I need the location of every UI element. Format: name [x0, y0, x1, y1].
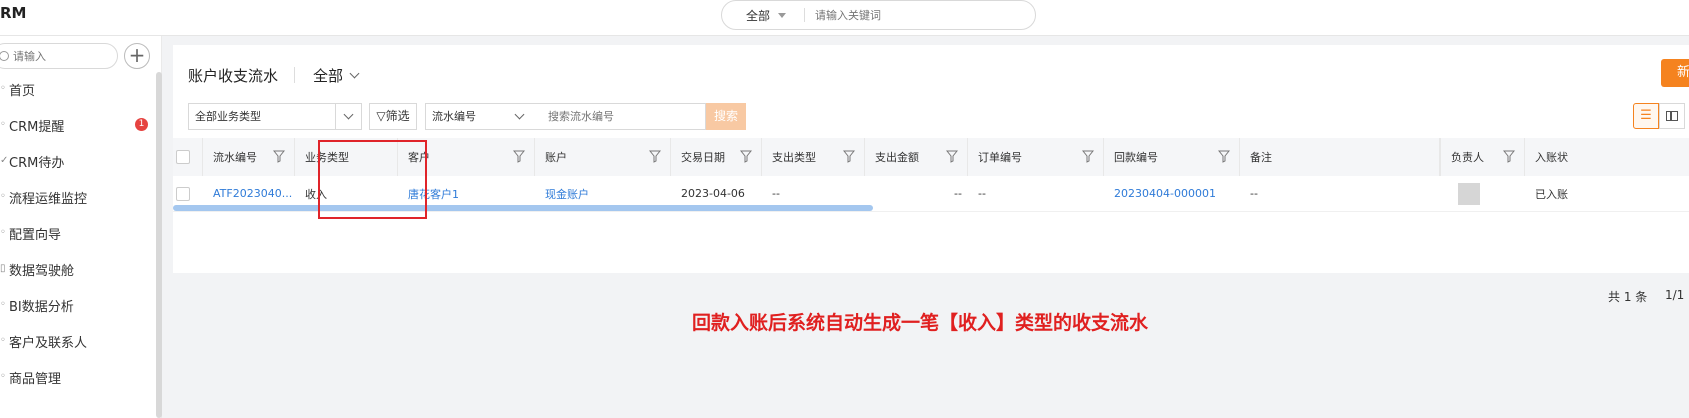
sidebar-item-bi-analysis[interactable]: ◦ BI数据分析 [0, 287, 160, 323]
business-type-select[interactable]: 全部业务类型 [188, 103, 336, 130]
sidebar-item-crm-todo[interactable]: ✓ CRM待办 [0, 143, 160, 179]
column-header-label: 回款编号 [1114, 151, 1158, 164]
guide-icon: ◦ [0, 227, 6, 238]
chevron-down-icon [349, 68, 360, 79]
sidebar-item-process-monitor[interactable]: ◦ 流程运维监控 [0, 179, 160, 215]
notification-badge: 1 [135, 118, 148, 131]
global-search[interactable]: 全部 [721, 0, 1036, 30]
select-all-checkbox[interactable] [176, 150, 190, 164]
pager-pages[interactable]: 1/1 [1665, 288, 1684, 302]
view-scope-label: 全部 [313, 67, 344, 85]
filter-icon[interactable] [1082, 150, 1094, 163]
chevron-down-icon [343, 109, 354, 120]
cell-remark: -- [1250, 187, 1258, 200]
dashboard-icon: ▯ [0, 263, 6, 274]
filter-button[interactable]: ▽筛选 [369, 103, 417, 130]
keyword-input[interactable] [536, 103, 706, 130]
column-header-label: 备注 [1250, 151, 1272, 164]
sidebar-search-input[interactable] [13, 49, 93, 63]
process-icon: ◦ [0, 191, 6, 202]
search-icon [0, 51, 9, 61]
column-header-label: 入账状 [1535, 151, 1568, 164]
sidebar-search[interactable] [0, 43, 118, 69]
filter-icon: ▽ [376, 109, 386, 123]
search-field-label: 流水编号 [432, 110, 476, 123]
business-type-toggle[interactable] [335, 103, 362, 130]
filter-icon[interactable] [273, 150, 285, 163]
filter-icon[interactable] [740, 150, 752, 163]
search-button[interactable]: 搜索 [706, 103, 746, 130]
add-icon[interactable]: + [124, 43, 150, 69]
column-header-label: 负责人 [1451, 151, 1484, 164]
column-header-label: 支出类型 [772, 151, 816, 164]
app-brand: RM [0, 4, 27, 22]
search-field-select[interactable]: 流水编号 [425, 103, 537, 130]
list-view-icon[interactable]: ☰ [1633, 103, 1659, 129]
bell-icon: ◦ [0, 119, 6, 130]
row-checkbox[interactable] [176, 186, 190, 201]
sidebar-scrollbar[interactable] [156, 72, 162, 418]
filter-icon[interactable] [1503, 150, 1515, 163]
view-scope-dropdown[interactable]: 全部 [313, 65, 360, 86]
column-header-label: 支出金额 [875, 151, 919, 164]
sidebar-item-label: 首页 [9, 83, 36, 99]
caret-down-icon [778, 12, 787, 18]
sidebar-item-products[interactable]: ◦ 商品管理 [0, 359, 160, 395]
highlight-box [318, 140, 427, 219]
top-bar: RM 全部 [0, 0, 1689, 36]
sidebar-item-label: CRM待办 [9, 155, 65, 171]
filter-icon[interactable] [513, 150, 525, 163]
sidebar-item-label: 客户及联系人 [9, 335, 88, 351]
pager-total: 共 1 条 [1608, 290, 1648, 304]
page-title: 账户收支流水 [188, 67, 279, 85]
cell-expense-amount: -- [954, 187, 962, 200]
sidebar-item-crm-reminder[interactable]: ◦ CRM提醒 1 [0, 107, 160, 143]
horizontal-scrollbar[interactable] [173, 205, 873, 211]
cell-owner [1440, 176, 1525, 211]
sidebar-item-label: 商品管理 [9, 371, 62, 387]
check-icon: ✓ [0, 155, 8, 166]
chart-icon: ◦ [0, 299, 6, 310]
cell-order-no: -- [978, 187, 986, 200]
column-header-status[interactable]: 入账状 [1525, 138, 1689, 176]
cell-payment-no[interactable]: 20230404-000001 [1104, 176, 1240, 211]
contacts-icon: ◦ [0, 335, 6, 346]
divider [294, 67, 295, 83]
sidebar-item-label: 流程运维监控 [9, 191, 88, 207]
select-all-cell [173, 138, 203, 176]
column-header-remark[interactable]: 备注 [1240, 138, 1440, 176]
column-header-label: 订单编号 [978, 151, 1022, 164]
sidebar-item-label: BI数据分析 [9, 299, 74, 315]
global-search-scope[interactable]: 全部 [746, 7, 787, 24]
sidebar-item-label: 配置向导 [9, 227, 62, 243]
home-icon: ◦ [0, 83, 6, 94]
global-search-input[interactable] [815, 8, 996, 22]
split-view-icon[interactable] [1659, 103, 1685, 129]
filter-icon[interactable] [1218, 150, 1230, 163]
chevron-down-icon [514, 109, 525, 120]
sidebar: + ◦ 首页 ◦ CRM提醒 1 ✓ CRM待办 ◦ 流程运维监控 ◦ 配置向导… [0, 36, 162, 418]
cell-status: 已入账 [1535, 187, 1568, 201]
sidebar-item-home[interactable]: ◦ 首页 [0, 71, 160, 107]
avatar [1458, 182, 1480, 205]
filter-icon[interactable] [843, 150, 855, 163]
filter-icon[interactable] [649, 150, 661, 163]
filter-button-label: 筛选 [385, 109, 410, 123]
sidebar-item-data-cockpit[interactable]: ▯ 数据驾驶舱 [0, 251, 160, 287]
column-header-label: 账户 [545, 151, 567, 164]
sidebar-item-label: CRM提醒 [9, 119, 65, 135]
sidebar-item-customers[interactable]: ◦ 客户及联系人 [0, 323, 160, 359]
annotation-text: 回款入账后系统自动生成一笔【收入】类型的收支流水 [692, 312, 1149, 334]
sidebar-item-label: 数据驾驶舱 [9, 263, 75, 279]
product-icon: ◦ [0, 371, 6, 382]
divider [804, 8, 806, 22]
column-header-label: 流水编号 [213, 151, 257, 164]
sidebar-item-config-guide[interactable]: ◦ 配置向导 [0, 215, 160, 251]
filter-icon[interactable] [946, 150, 958, 163]
column-header-label: 交易日期 [681, 151, 725, 164]
global-search-scope-label: 全部 [746, 8, 771, 23]
new-button[interactable]: 新 [1661, 59, 1689, 87]
